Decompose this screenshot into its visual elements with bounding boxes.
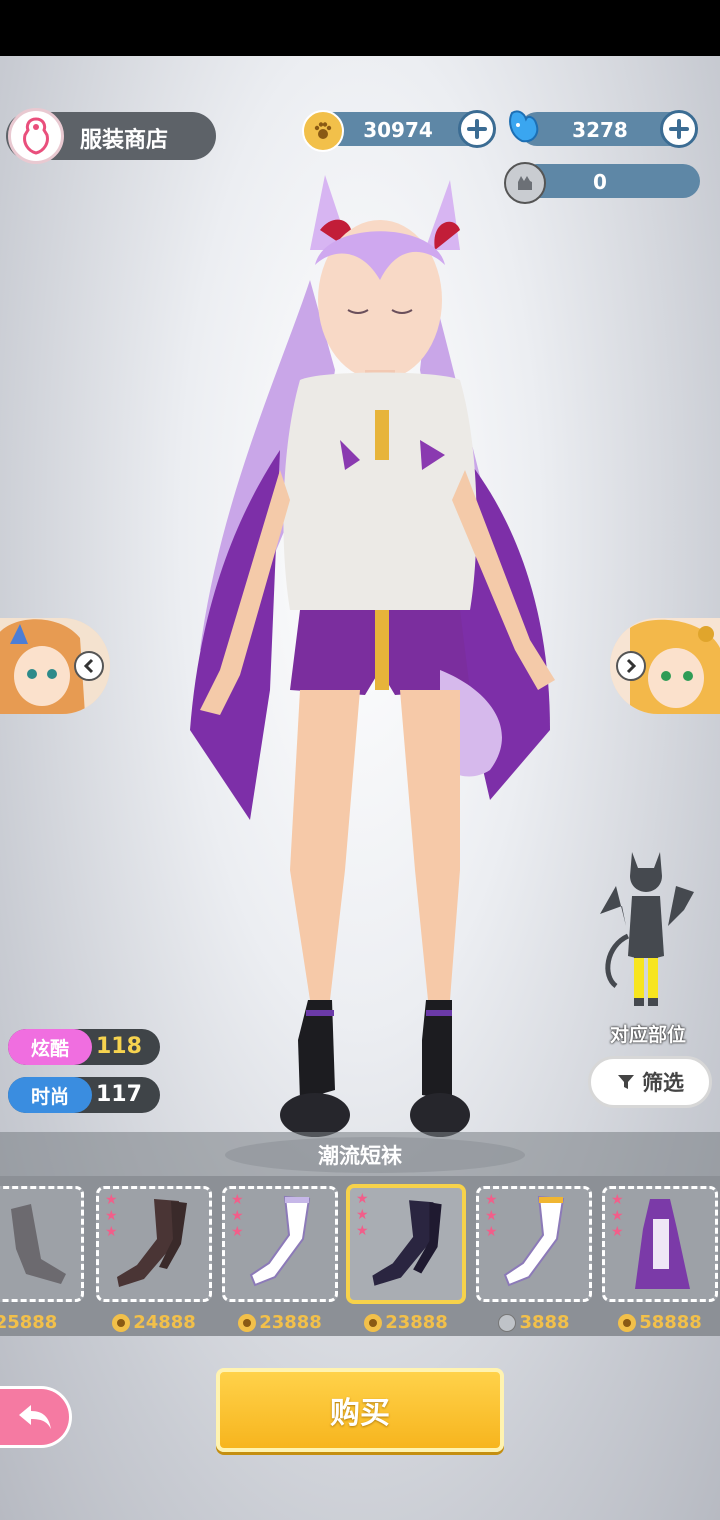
character-model[interactable] (160, 170, 580, 1180)
item-price-value: 24888 (133, 1312, 196, 1333)
shop-title: 服装商店 (80, 128, 169, 153)
item-price: 23888 (222, 1312, 338, 1333)
buy-button[interactable]: 购买 (216, 1368, 504, 1452)
previous-character-button[interactable] (0, 618, 110, 714)
item-price-value: 25888 (0, 1312, 58, 1333)
next-character-button[interactable] (610, 618, 720, 714)
item-price: 58888 (602, 1312, 718, 1333)
item-card[interactable]: ★ ★ ★ (476, 1186, 592, 1302)
paw-coin-icon (238, 1313, 257, 1332)
filter-button[interactable]: 筛选 (588, 1056, 712, 1108)
brown-stockings-icon (117, 1199, 187, 1287)
plus-icon (669, 119, 689, 139)
item-card[interactable] (0, 1186, 84, 1302)
coin-balance: 30974 (363, 118, 433, 142)
item-price: 25888 (0, 1312, 84, 1333)
chevron-right-icon (616, 651, 646, 681)
paw-coin-icon (618, 1313, 637, 1332)
paw-token-icon (498, 1313, 517, 1332)
filter-label: 筛选 (642, 1071, 684, 1095)
item-card-selected[interactable]: ★ ★ ★ (346, 1184, 466, 1304)
blue-spirit-gem-icon (504, 108, 542, 146)
item-price: 23888 (348, 1312, 464, 1333)
navy-stockings-icon (372, 1200, 442, 1286)
white-gold-stockings-icon (503, 1195, 565, 1287)
back-arrow-icon (18, 1405, 51, 1429)
purple-dress-icon (635, 1199, 690, 1289)
gem-balance: 3278 (572, 118, 628, 142)
status-bar (0, 0, 720, 56)
add-gems-button[interactable] (660, 110, 698, 148)
filter-icon (618, 1075, 634, 1089)
chevron-left-icon (74, 651, 104, 681)
item-card[interactable]: ★ ★ ★ (222, 1186, 338, 1302)
paw-coin-icon (302, 110, 344, 152)
item-price-value: 3888 (519, 1312, 570, 1333)
white-stockings-icon (249, 1195, 311, 1287)
body-part-label: 对应部位 (610, 1024, 687, 1046)
item-price-value: 23888 (259, 1312, 322, 1333)
item-price: 3888 (476, 1312, 592, 1333)
fashion-stat: 时尚 117 (8, 1077, 160, 1113)
add-coins-button[interactable] (458, 110, 496, 148)
body-part-silhouette-icon (600, 852, 694, 1006)
item-price: 24888 (96, 1312, 212, 1333)
paw-coin-icon (364, 1313, 383, 1332)
cool-stat-label: 炫酷 (8, 1029, 92, 1065)
paw-coin-icon (112, 1313, 131, 1332)
dark-stockings-icon (11, 1204, 66, 1284)
cool-stat: 炫酷 118 (8, 1029, 160, 1065)
back-button[interactable] (0, 1386, 72, 1448)
cool-stat-value: 118 (96, 1034, 142, 1059)
item-price-value: 58888 (639, 1312, 702, 1333)
fashion-stat-value: 117 (96, 1082, 142, 1107)
fashion-stat-label: 时尚 (8, 1077, 92, 1113)
plus-icon (467, 119, 487, 139)
item-card[interactable]: ★ ★ ★ (96, 1186, 212, 1302)
item-price-value: 23888 (385, 1312, 448, 1333)
category-title: 潮流短袜 (318, 1144, 402, 1168)
item-card[interactable]: ★ ★ ★ (602, 1186, 718, 1302)
shop-logo-icon (8, 108, 64, 164)
